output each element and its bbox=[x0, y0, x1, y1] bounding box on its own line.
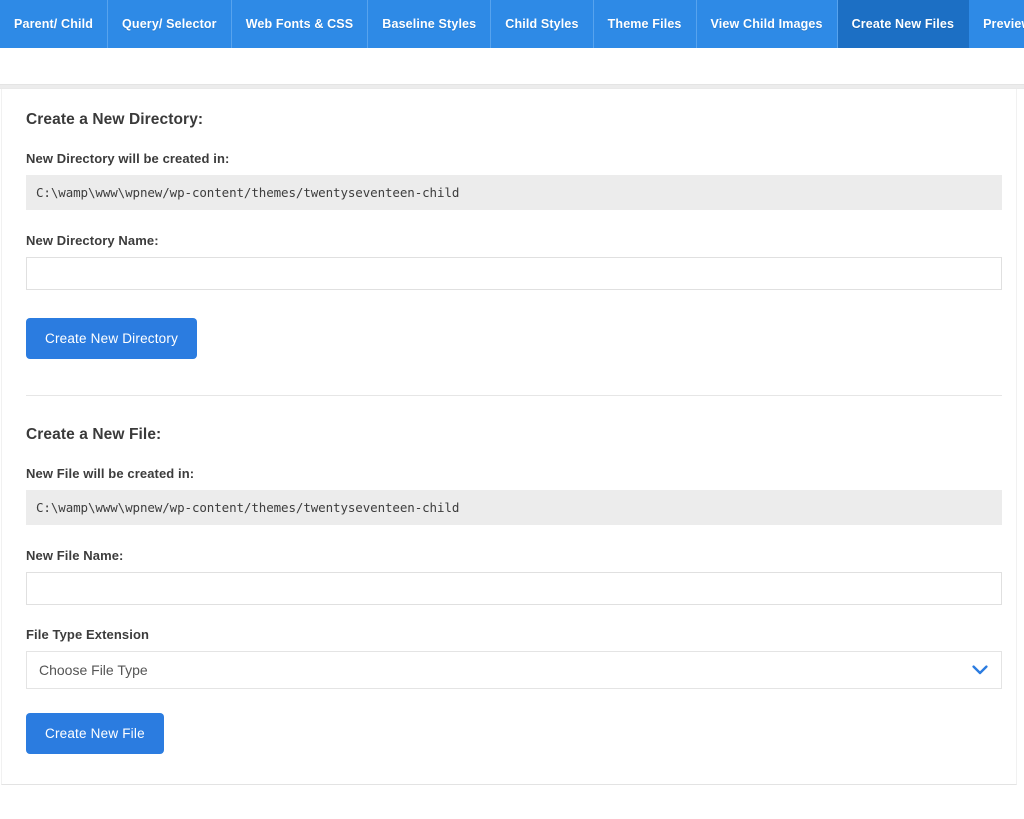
navbar-content-gap bbox=[0, 48, 1024, 84]
file-type-extension-label: File Type Extension bbox=[26, 627, 150, 642]
file-name-label: New File Name: bbox=[26, 548, 124, 563]
tab-child-styles[interactable]: Child Styles bbox=[491, 0, 594, 48]
directory-name-label: New Directory Name: bbox=[26, 233, 159, 248]
create-new-files-panel: Create a New Directory: New Directory wi… bbox=[1, 89, 1017, 785]
tab-theme-files[interactable]: Theme Files bbox=[593, 0, 697, 48]
create-new-file-button[interactable]: Create New File bbox=[26, 713, 164, 754]
tab-web-fonts-css[interactable]: Web Fonts & CSS bbox=[231, 0, 369, 48]
tab-preview-theme[interactable]: Preview Theme bbox=[969, 0, 1024, 48]
page-bottom-whitespace bbox=[0, 785, 1024, 819]
new-directory-name-input[interactable] bbox=[26, 257, 1002, 290]
tab-view-child-images[interactable]: View Child Images bbox=[696, 0, 838, 48]
directory-path-value: C:\wamp\www\wpnew/wp-content/themes/twen… bbox=[26, 175, 1002, 210]
file-type-select[interactable]: Choose File Type bbox=[26, 651, 1002, 689]
tab-query-selector[interactable]: Query/ Selector bbox=[108, 0, 232, 48]
tab-parent-child[interactable]: Parent/ Child bbox=[0, 0, 109, 48]
tab-baseline-styles[interactable]: Baseline Styles bbox=[368, 0, 492, 48]
file-type-selected-value: Choose File Type bbox=[39, 662, 148, 678]
file-type-select-wrapper: Choose File Type bbox=[26, 651, 1002, 689]
create-file-heading: Create a New File: bbox=[26, 426, 162, 443]
section-divider bbox=[26, 395, 1002, 396]
create-new-directory-button[interactable]: Create New Directory bbox=[26, 318, 198, 359]
directory-path-label: New Directory will be created in: bbox=[26, 151, 230, 166]
create-file-section: Create a New File: New File will be crea… bbox=[26, 426, 1002, 754]
main-navigation-bar: Parent/ Child Query/ Selector Web Fonts … bbox=[0, 0, 1024, 48]
create-directory-section: Create a New Directory: New Directory wi… bbox=[26, 111, 1002, 359]
create-directory-heading: Create a New Directory: bbox=[26, 111, 204, 128]
tab-create-new-files[interactable]: Create New Files bbox=[837, 0, 970, 48]
file-path-value: C:\wamp\www\wpnew/wp-content/themes/twen… bbox=[26, 490, 1002, 525]
file-path-label: New File will be created in: bbox=[26, 466, 195, 481]
new-file-name-input[interactable] bbox=[26, 572, 1002, 605]
